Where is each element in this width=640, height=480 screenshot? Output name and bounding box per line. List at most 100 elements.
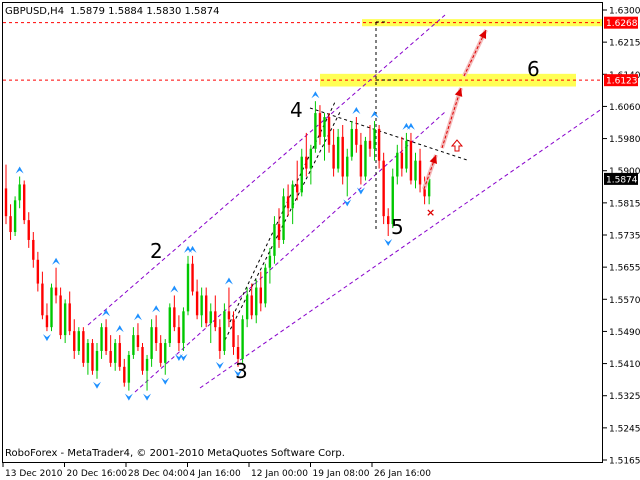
candle-body <box>95 350 99 371</box>
x-tick-label: 4 Jan 16:00 <box>190 469 242 479</box>
candle-body <box>150 327 153 359</box>
candle-body <box>323 117 326 137</box>
candle-body <box>54 287 58 296</box>
candle-body <box>350 128 353 157</box>
candle-body <box>136 335 140 348</box>
candle-body <box>123 366 126 383</box>
candle-body <box>318 113 322 137</box>
candle-body <box>236 347 240 359</box>
candle-body <box>364 140 367 177</box>
y-tick-label: 1.5245 <box>609 424 640 434</box>
candle-body <box>341 136 344 177</box>
cross-icon: × <box>426 206 435 219</box>
candle-body <box>227 311 231 320</box>
y-tick-label: 1.6300 <box>609 7 640 17</box>
candle-body <box>27 220 30 240</box>
candle-body <box>259 287 262 304</box>
candle-body <box>186 263 190 312</box>
candle-body <box>396 152 399 177</box>
candle-body <box>118 343 121 367</box>
y-tick-label: 1.6060 <box>609 103 640 113</box>
chart-header: GBPUSD,H4 <box>5 6 64 17</box>
y-tick-label: 1.6215 <box>609 39 640 49</box>
candle-body <box>205 295 208 324</box>
candle-body <box>82 331 85 363</box>
candle-body <box>177 327 181 344</box>
candle-body <box>332 144 335 169</box>
candle-body <box>141 347 144 371</box>
candle-body <box>23 184 26 221</box>
candle-body <box>418 160 422 185</box>
candle-body <box>273 224 276 256</box>
candle-body <box>18 184 21 201</box>
candle-body <box>314 113 317 149</box>
y-tick-label: 1.5325 <box>609 392 640 402</box>
candle-body <box>68 303 71 332</box>
candle-body <box>305 156 308 169</box>
y-tick-label: 1.5655 <box>609 264 640 274</box>
wave-label-3: 3 <box>235 359 248 383</box>
candle-body <box>377 128 381 161</box>
candle-body <box>291 184 294 209</box>
x-tick-label: 20 Dec 16:00 <box>67 469 128 479</box>
y-tick-label: 1.5735 <box>609 232 640 242</box>
candle-body <box>63 303 67 336</box>
candle-body <box>191 263 194 292</box>
chart-ohlc: 1.5879 1.5884 1.5830 1.5874 <box>70 6 220 17</box>
candle-body <box>368 140 372 149</box>
candle-body <box>409 140 413 181</box>
y-tick-label: 1.5410 <box>609 360 640 370</box>
price-label-text: 1.5874 <box>606 175 638 185</box>
candle-body <box>13 200 17 233</box>
y-tick-label: 1.5570 <box>609 296 640 306</box>
candle-body <box>32 239 35 260</box>
candle-body <box>45 315 49 328</box>
candle-body <box>59 295 62 336</box>
candle-body <box>214 311 217 328</box>
candle-body <box>109 350 112 363</box>
candle-body <box>9 216 12 233</box>
candle-body <box>223 311 226 351</box>
candle-body <box>277 224 281 240</box>
candle-body <box>400 152 404 169</box>
candle-body <box>195 291 199 316</box>
chart-copyright: RoboForex - MetaTrader4, © 2001-2010 Met… <box>5 448 345 459</box>
candle-body <box>145 358 149 371</box>
x-tick-label: 12 Jan 00:00 <box>251 469 308 479</box>
x-tick-label: 28 Dec 04:00 <box>128 469 189 479</box>
candle-body <box>373 128 376 149</box>
wave-label-2: 2 <box>150 239 163 263</box>
candle-body <box>73 331 76 351</box>
x-tick-label: 19 Jan 08:00 <box>313 469 370 479</box>
candle-body <box>355 128 358 145</box>
candle-body <box>200 295 203 316</box>
candle-body <box>300 156 303 193</box>
candle-body <box>41 283 44 316</box>
candle-body <box>100 327 103 351</box>
x-tick-label: 13 Dec 2010 <box>5 469 63 479</box>
candle-body <box>359 144 363 177</box>
candle-body <box>154 327 158 344</box>
y-tick-label: 1.5980 <box>609 135 640 145</box>
y-tick-label: 1.5165 <box>609 457 640 467</box>
target-zone <box>362 19 603 27</box>
candle-body <box>50 287 53 328</box>
candle-body <box>296 184 299 193</box>
candle-body <box>405 140 408 169</box>
candle-body <box>91 343 94 371</box>
candle-body <box>282 196 285 240</box>
candle-body <box>232 319 235 348</box>
price-label-text: 1.6268 <box>606 19 638 29</box>
y-tick-label: 1.5490 <box>609 328 640 338</box>
candle-body <box>327 117 331 145</box>
y-tick-label: 1.5815 <box>609 199 640 209</box>
candle-body <box>182 311 185 344</box>
candle-body <box>173 307 176 328</box>
candle-body <box>209 311 212 324</box>
candle-body <box>241 319 244 359</box>
candle-body <box>336 136 340 169</box>
candle-body <box>127 354 131 383</box>
candle-body <box>218 327 222 351</box>
candle-body <box>382 160 385 217</box>
candle-body <box>36 259 40 284</box>
